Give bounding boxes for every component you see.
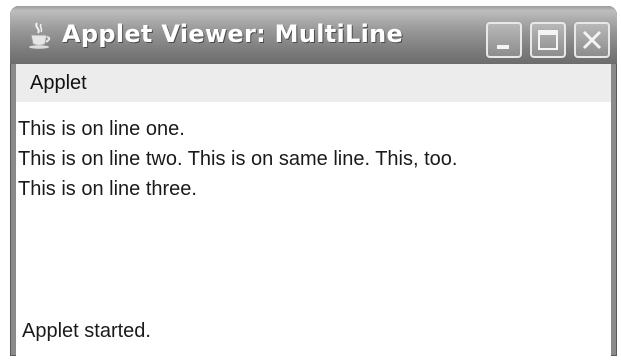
applet-canvas: This is on line one. This is on line two…: [16, 102, 611, 356]
menu-bar: Applet: [16, 64, 611, 102]
maximize-icon: [538, 30, 558, 50]
text-line-three: This is on line three.: [18, 178, 197, 200]
text-line-one: This is on line one.: [18, 118, 185, 140]
close-icon: [582, 30, 602, 50]
window-title: Applet Viewer: MultiLine: [62, 20, 404, 48]
minimize-button[interactable]: [486, 22, 522, 58]
menu-item-applet[interactable]: Applet: [30, 72, 87, 95]
title-bar[interactable]: Applet Viewer: MultiLine: [10, 6, 617, 64]
text-line-two: This is on line two. This is on same lin…: [18, 148, 458, 170]
minimize-icon: [497, 45, 509, 49]
status-bar-text: Applet started.: [22, 320, 151, 342]
java-cup-icon: [24, 20, 54, 50]
maximize-button[interactable]: [530, 22, 566, 58]
applet-viewer-window: Applet Viewer: MultiLine Applet This is …: [10, 6, 617, 356]
close-button[interactable]: [574, 22, 610, 58]
